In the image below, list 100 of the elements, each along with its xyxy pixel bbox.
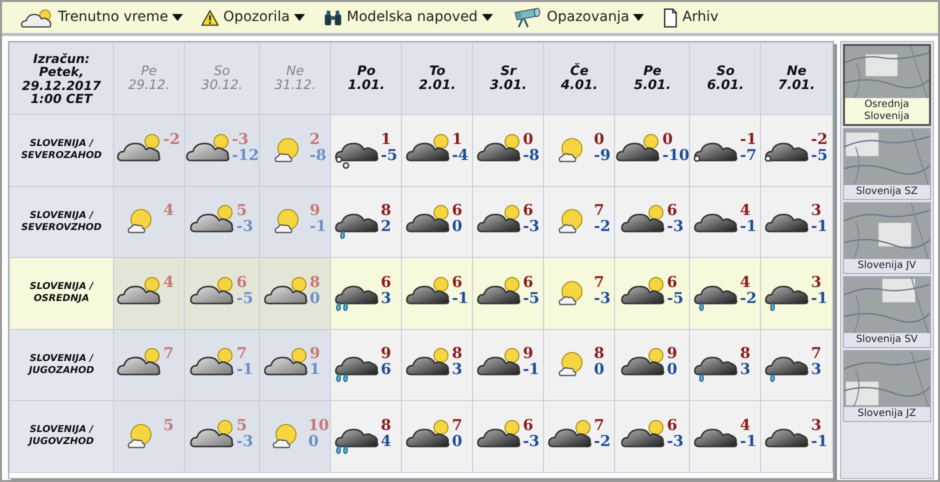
max-temperature: 4: [740, 274, 752, 290]
min-temperature: -4: [452, 148, 470, 164]
min-temperature: -9: [594, 148, 612, 164]
max-temperature: 4: [163, 203, 175, 219]
min-temperature: -1: [740, 434, 758, 450]
menu-link[interactable]: Opazovanja: [510, 6, 644, 28]
map-thumbnail[interactable]: Slovenija JV: [842, 202, 931, 274]
day-name: Sr: [499, 64, 518, 78]
max-temperature: 6: [452, 274, 464, 290]
max-temperature: 7: [452, 418, 464, 434]
day-name: Pe: [642, 64, 662, 78]
max-temperature: 8: [310, 274, 322, 290]
max-temperature: 7: [594, 418, 606, 434]
caret-icon: [172, 14, 184, 22]
min-temperature: -2: [594, 434, 612, 450]
min-temperature: -3: [666, 434, 685, 450]
menu-link[interactable]: Arhiv: [662, 6, 718, 28]
min-temperature: -1: [310, 219, 328, 235]
max-temperature: 3: [811, 203, 822, 219]
menu-label: Modelska napoved: [346, 8, 478, 27]
max-temperature: 9: [380, 346, 392, 362]
day-name: Pe: [140, 64, 158, 78]
max-temperature: 9: [310, 346, 322, 362]
max-temperature: 10: [308, 418, 330, 434]
day-date: 3.01.: [488, 78, 528, 92]
min-temperature: -5: [380, 148, 398, 164]
max-temperature: 2: [310, 132, 322, 148]
max-temperature: 3: [811, 418, 822, 434]
document-icon: [662, 6, 678, 28]
max-temperature: 4: [163, 274, 175, 290]
min-temperature: 0: [310, 290, 322, 306]
min-temperature: -3: [236, 434, 254, 450]
min-temperature: -5: [522, 290, 540, 306]
min-temperature: 1: [310, 362, 322, 378]
min-temperature: 3: [452, 362, 464, 378]
min-temperature: -1: [740, 219, 758, 235]
menu-label: Trenutno vreme: [58, 8, 168, 27]
min-temperature: -5: [811, 148, 829, 164]
day-date: 29.12.: [127, 78, 171, 92]
min-temperature: -8: [522, 148, 540, 164]
menu-link[interactable]: Opozorila: [201, 6, 305, 28]
map-thumbnail[interactable]: Slovenija SV: [842, 276, 931, 348]
day-date: 31.12.: [273, 78, 317, 92]
max-temperature: 7: [811, 346, 822, 362]
min-temperature: 0: [452, 219, 464, 235]
min-temperature: -12: [232, 148, 260, 164]
max-temperature: 0: [594, 132, 606, 148]
min-temperature: -2: [594, 219, 612, 235]
region-label: SLOVENIJA / SEVEROZAHOD: [10, 114, 114, 186]
day-date: 7.01.: [777, 78, 816, 92]
min-temperature: -3: [522, 434, 540, 450]
min-temperature: -1: [811, 219, 829, 235]
min-temperature: 2: [380, 219, 392, 235]
max-temperature: 5: [236, 418, 248, 434]
max-temperature: -2: [811, 132, 829, 148]
min-temperature: -1: [522, 362, 540, 378]
max-temperature: 1: [380, 132, 392, 148]
menu-link[interactable]: Trenutno vreme: [20, 6, 184, 28]
max-temperature: 6: [380, 274, 392, 290]
region-label: SLOVENIJA / JUGOZAHOD: [10, 329, 114, 400]
region-label: SLOVENIJA / SEVEROVZHOD: [10, 186, 114, 258]
min-temperature: 6: [380, 362, 392, 378]
max-temperature: 3: [811, 274, 822, 290]
min-temperature: -1: [811, 434, 829, 450]
min-temperature: 3: [380, 290, 392, 306]
min-temperature: 3: [811, 362, 822, 378]
day-name: Ne: [285, 64, 306, 78]
max-temperature: 8: [740, 346, 752, 362]
region-label: SLOVENIJA / OSREDNJA: [10, 258, 114, 329]
max-temperature: 4: [740, 203, 752, 219]
day-name: So: [715, 64, 736, 78]
min-temperature: 3: [740, 362, 752, 378]
map-thumbnail[interactable]: Slovenija JZ: [842, 350, 931, 422]
max-temperature: 8: [452, 346, 464, 362]
max-temperature: 5: [236, 203, 248, 219]
day-date: 1.01.: [346, 78, 386, 92]
min-temperature: -5: [236, 290, 254, 306]
caret-icon: [294, 14, 305, 22]
min-temperature: 4: [380, 434, 392, 450]
calculation-time: Izračun: Petek, 29.12.2017 1:00 CET: [10, 42, 114, 114]
max-temperature: 6: [522, 418, 534, 434]
max-temperature: 0: [662, 132, 674, 148]
min-temperature: -3: [236, 219, 254, 235]
max-temperature: 5: [163, 418, 175, 434]
max-temperature: 7: [236, 346, 248, 362]
menu-label: Opazovanja: [546, 8, 630, 27]
menu-link[interactable]: Modelska napoved: [322, 6, 493, 28]
min-temperature: 0: [666, 362, 678, 378]
day-date: 30.12.: [200, 78, 244, 92]
max-temperature: 6: [666, 203, 678, 219]
day-date: 6.01.: [706, 78, 745, 92]
max-temperature: 4: [740, 418, 752, 434]
max-temperature: 7: [594, 203, 606, 219]
day-name: Če: [569, 64, 590, 78]
max-temperature: 9: [666, 346, 678, 362]
map-thumbnail[interactable]: Slovenija SZ: [842, 128, 931, 200]
day-name: Ne: [786, 64, 808, 78]
menu-label: Arhiv: [682, 8, 718, 27]
day-date: 4.01.: [560, 78, 599, 92]
map-thumbnail[interactable]: Osrednja Slovenija: [842, 44, 931, 126]
